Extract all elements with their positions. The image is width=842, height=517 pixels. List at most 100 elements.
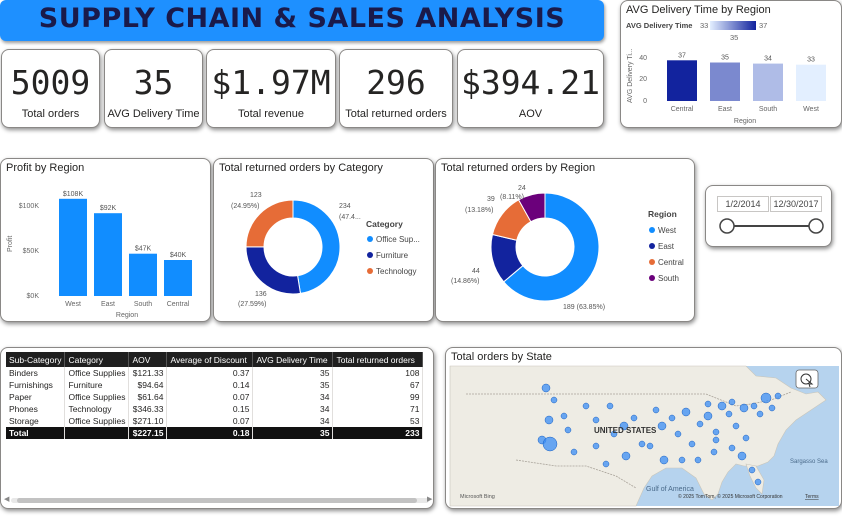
- cell: 71: [332, 403, 424, 415]
- state-bubble[interactable]: [564, 426, 572, 434]
- dashboard-title: SUPPLY CHAIN & SALES ANALYSIS: [38, 3, 566, 34]
- slice-officesup[interactable]: [292, 199, 341, 294]
- state-bubble[interactable]: [703, 411, 713, 421]
- kpi-card-aov[interactable]: $394.21 AOV: [457, 49, 604, 128]
- state-bubble[interactable]: [760, 392, 772, 404]
- bar-east[interactable]: [94, 213, 122, 296]
- state-bubble[interactable]: [748, 466, 756, 474]
- state-bubble[interactable]: [774, 392, 782, 400]
- kpi-label: AVG Delivery Time: [107, 108, 200, 120]
- x-tick-label: West: [65, 301, 81, 308]
- slice-furniture[interactable]: [245, 246, 302, 295]
- state-bubble[interactable]: [754, 478, 762, 486]
- legend-label[interactable]: Office Sup...: [376, 235, 420, 244]
- state-bubble[interactable]: [717, 401, 727, 411]
- kpi-card-avg-delivery-time[interactable]: 35 AVG Delivery Time: [104, 49, 203, 128]
- column-header[interactable]: AVG Delivery Time: [252, 352, 334, 367]
- date-range-slicer[interactable]: 1/2/2014 12/30/2017: [705, 185, 832, 247]
- state-bubble[interactable]: [728, 444, 736, 452]
- state-bubble[interactable]: [602, 460, 610, 468]
- legend-label[interactable]: Technology: [376, 267, 416, 276]
- state-bubble[interactable]: [688, 440, 696, 448]
- state-bubble[interactable]: [668, 414, 676, 422]
- state-bubble[interactable]: [728, 398, 736, 406]
- state-bubble[interactable]: [674, 430, 682, 438]
- kpi-card-total-orders[interactable]: 5009 Total orders: [1, 49, 100, 128]
- bar-west[interactable]: [59, 198, 87, 296]
- scroll-left-arrow-icon[interactable]: ◀: [4, 495, 9, 503]
- column-header[interactable]: Average of Discount: [166, 352, 254, 367]
- state-bubble[interactable]: [544, 415, 554, 425]
- column-header[interactable]: AOV: [128, 352, 168, 367]
- bar-west[interactable]: [796, 64, 826, 101]
- map-terms-link[interactable]: Terms: [805, 494, 819, 500]
- state-bubble[interactable]: [732, 422, 740, 430]
- table-row[interactable]: Furnishings Furniture $94.64 0.14 35 67: [6, 379, 424, 391]
- state-bubble[interactable]: [542, 436, 558, 452]
- legend-label[interactable]: Furniture: [376, 251, 409, 260]
- legend-label[interactable]: Central: [658, 258, 684, 267]
- state-bubble[interactable]: [659, 455, 669, 465]
- state-bubble[interactable]: [712, 436, 720, 444]
- legend-label[interactable]: South: [658, 274, 679, 283]
- table-row[interactable]: Binders Office Supplies $121.33 0.37 35 …: [6, 367, 424, 379]
- slicer-handle-end[interactable]: [808, 218, 824, 234]
- scrollbar-thumb[interactable]: [17, 498, 417, 503]
- state-bubble[interactable]: [592, 416, 600, 424]
- state-bubble[interactable]: [739, 403, 749, 413]
- state-bubble[interactable]: [742, 434, 750, 442]
- kpi-card-total-returned-orders[interactable]: 296 Total returned orders: [339, 49, 453, 128]
- column-header[interactable]: Total returned orders: [332, 352, 424, 367]
- state-bubble[interactable]: [652, 406, 660, 414]
- state-bubble[interactable]: [681, 407, 691, 417]
- table-row[interactable]: Phones Technology $346.33 0.15 34 71: [6, 403, 424, 415]
- column-header[interactable]: Sub-Category: [6, 352, 66, 367]
- state-bubble[interactable]: [756, 410, 764, 418]
- state-bubble[interactable]: [704, 400, 712, 408]
- map-svg[interactable]: UNITED STATES Sargasso Sea Gulf of Ameri…: [446, 348, 842, 510]
- subcategory-table-visual[interactable]: Sub-Category Category AOV Average of Dis…: [0, 347, 434, 509]
- state-bubble[interactable]: [550, 396, 558, 404]
- state-bubble[interactable]: [570, 448, 578, 456]
- state-bubble[interactable]: [560, 412, 568, 420]
- scroll-right-arrow-icon[interactable]: ▶: [427, 495, 432, 503]
- bar-central[interactable]: [667, 60, 697, 101]
- bar-south[interactable]: [129, 253, 157, 296]
- map-select-button[interactable]: [795, 369, 819, 389]
- state-bubble[interactable]: [592, 442, 600, 450]
- state-bubble[interactable]: [725, 410, 733, 418]
- state-bubble[interactable]: [541, 383, 551, 393]
- bar-east[interactable]: [710, 62, 740, 102]
- total-orders-by-state-map[interactable]: Total orders by State UNITED STATES Sarg…: [445, 347, 842, 509]
- state-bubble[interactable]: [630, 414, 638, 422]
- legend-label[interactable]: West: [658, 226, 677, 235]
- avg-delivery-time-chart[interactable]: AVG Delivery Time by Region AVG Delivery…: [620, 0, 842, 128]
- state-bubble[interactable]: [621, 451, 631, 461]
- state-bubble[interactable]: [768, 404, 776, 412]
- state-bubble[interactable]: [678, 456, 686, 464]
- profit-by-region-chart[interactable]: Profit by Region Profit $100K $50K $0K $…: [0, 158, 211, 322]
- state-bubble[interactable]: [646, 442, 654, 450]
- state-bubble[interactable]: [710, 448, 718, 456]
- state-bubble[interactable]: [606, 402, 614, 410]
- state-bubble[interactable]: [694, 456, 702, 464]
- cell: 0.18: [166, 427, 254, 439]
- table-row[interactable]: Storage Office Supplies $271.10 0.07 34 …: [6, 415, 424, 427]
- bar-south[interactable]: [753, 63, 783, 101]
- state-bubble[interactable]: [696, 420, 704, 428]
- returned-orders-by-region-chart[interactable]: Total returned orders by Region 189 (63.…: [435, 158, 695, 322]
- legend-label[interactable]: East: [658, 242, 675, 251]
- column-header[interactable]: Category: [64, 352, 130, 367]
- horizontal-scrollbar[interactable]: [11, 498, 429, 503]
- slicer-handle-start[interactable]: [719, 218, 735, 234]
- state-bubble[interactable]: [750, 402, 758, 410]
- bar-central[interactable]: [164, 260, 192, 296]
- state-bubble[interactable]: [712, 428, 720, 436]
- returned-orders-by-category-chart[interactable]: Total returned orders by Category 234 (4…: [213, 158, 434, 322]
- table-row[interactable]: Paper Office Supplies $61.64 0.07 34 99: [6, 391, 424, 403]
- state-bubble[interactable]: [737, 451, 747, 461]
- state-bubble[interactable]: [582, 402, 590, 410]
- state-bubble[interactable]: [657, 421, 667, 431]
- kpi-card-total-revenue[interactable]: $1.97M Total revenue: [206, 49, 336, 128]
- state-bubble[interactable]: [638, 440, 646, 448]
